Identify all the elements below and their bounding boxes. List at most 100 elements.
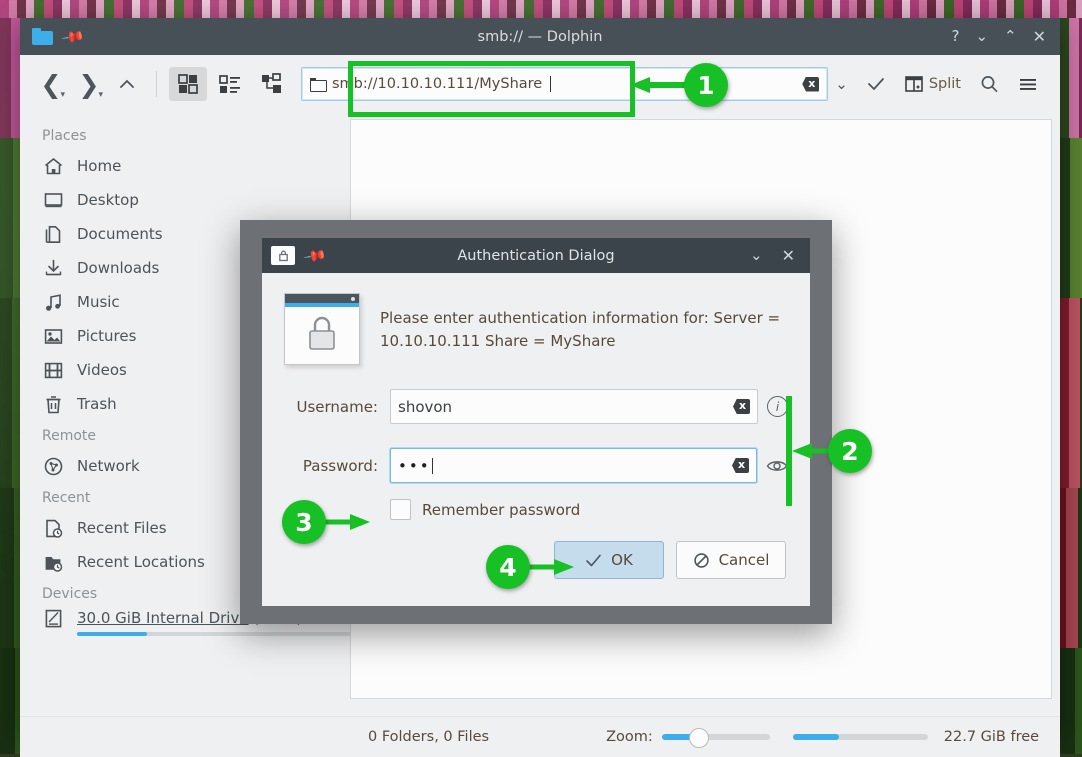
downloads-icon: [42, 257, 64, 279]
icons-view-icon: [178, 74, 198, 94]
clear-username-button[interactable]: x: [733, 399, 750, 414]
forward-button[interactable]: ❯ ▾: [72, 67, 106, 101]
sidebar-item-label: Home: [77, 157, 122, 175]
cancel-button[interactable]: Cancel: [676, 541, 786, 579]
view-compact-button[interactable]: [211, 67, 249, 101]
maximize-button[interactable]: ⌃: [1004, 29, 1017, 44]
zoom-label: Zoom:: [606, 729, 653, 745]
folder-icon: [32, 28, 54, 45]
dialog-body: Please enter authentication information …: [262, 273, 810, 579]
drive-label: 30.0 GiB Internal Drive: [77, 609, 249, 627]
chevron-down-icon: ▾: [60, 90, 65, 100]
space-usage-bar: [792, 734, 928, 740]
username-label: Username:: [296, 397, 378, 416]
password-label: Password:: [302, 456, 378, 475]
cancel-icon: [693, 552, 709, 568]
clear-password-button[interactable]: x: [732, 458, 749, 473]
status-bar: 0 Folders, 0 Files Zoom: 22.7 GiB free: [20, 716, 1060, 757]
confirm-location-button[interactable]: [859, 67, 893, 101]
sidebar-item-label: Network: [77, 457, 140, 475]
back-button[interactable]: ❮ ▾: [34, 67, 68, 101]
menu-button[interactable]: [1010, 67, 1046, 101]
help-button[interactable]: ?: [951, 29, 959, 44]
annotation-arrow-3: [324, 514, 370, 530]
chevron-up-icon: [120, 79, 134, 88]
sidebar-item-label: Music: [77, 293, 120, 311]
annotation-box-1: [348, 61, 635, 117]
text-caret: [431, 457, 433, 474]
annotation-line-2: [786, 396, 792, 506]
network-icon: [42, 455, 64, 477]
dialog-message: Please enter authentication information …: [380, 309, 781, 351]
annotation-marker-3: 3: [282, 500, 326, 544]
recent-locations-icon: [42, 551, 64, 573]
clear-url-button[interactable]: x: [802, 76, 820, 92]
remember-password-label: Remember password: [422, 500, 581, 519]
annotation-marker-4: 4: [486, 545, 530, 589]
recent-files-icon: [42, 517, 64, 539]
password-row: Password: ••• x: [284, 448, 788, 483]
item-count-label: 0 Folders, 0 Files: [368, 729, 490, 745]
search-icon: [981, 76, 998, 93]
pictures-icon: [42, 325, 64, 347]
sidebar-item-label: Desktop: [77, 191, 139, 209]
cancel-label: Cancel: [718, 551, 770, 569]
sidebar-item-desktop[interactable]: Desktop: [20, 183, 350, 217]
password-input[interactable]: ••• x: [390, 448, 757, 483]
folder-icon: [310, 78, 327, 92]
desktop-icon: [42, 189, 64, 211]
window-titlebar[interactable]: 📌 smb:// — Dolphin ? ⌄ ⌃ ✕: [20, 18, 1060, 55]
pin-icon[interactable]: 📌: [61, 24, 87, 49]
close-button[interactable]: ✕: [1033, 28, 1046, 45]
sidebar-item-label: Recent Locations: [77, 553, 205, 571]
trash-icon: [42, 393, 64, 415]
ok-label: OK: [611, 551, 633, 569]
videos-icon: [42, 359, 64, 381]
sidebar-item-label: Downloads: [77, 259, 160, 277]
check-icon: [867, 78, 884, 90]
sidebar-item-label: Recent Files: [77, 519, 167, 537]
view-icons-button[interactable]: [169, 67, 207, 101]
info-icon[interactable]: i: [767, 396, 788, 417]
split-icon: [905, 76, 923, 92]
reveal-password-icon[interactable]: [766, 458, 788, 474]
sidebar-item-label: Pictures: [77, 327, 137, 345]
home-icon: [42, 155, 64, 177]
free-space-label: 22.7 GiB free: [943, 729, 1040, 745]
password-value: •••: [398, 456, 431, 475]
sidebar-item-label: Videos: [77, 361, 127, 379]
compact-view-icon: [219, 75, 240, 93]
dialog-titlebar[interactable]: 📌 Authentication Dialog ⌄ ✕: [262, 238, 810, 273]
remember-password-checkbox[interactable]: [390, 499, 411, 520]
split-button[interactable]: Split: [897, 67, 968, 101]
annotation-marker-2: 2: [828, 429, 872, 473]
documents-icon: [42, 223, 64, 245]
username-input[interactable]: shovon x: [390, 389, 758, 424]
window-title: smb:// — Dolphin: [477, 28, 603, 45]
dialog-title: Authentication Dialog: [457, 247, 615, 264]
zoom-slider[interactable]: [661, 728, 770, 748]
username-value: shovon: [398, 397, 453, 416]
view-details-button[interactable]: [253, 67, 291, 101]
sidebar-item-home[interactable]: Home: [20, 149, 350, 183]
chevron-down-icon[interactable]: ⌄: [828, 75, 855, 93]
chevron-down-icon: ▾: [98, 90, 103, 100]
drive-usage-bar: [77, 632, 350, 636]
minimize-button[interactable]: ⌄: [975, 29, 988, 44]
sidebar-item-label: Trash: [77, 395, 117, 413]
sidebar-item-label: Documents: [77, 225, 163, 243]
toolbar-divider: [156, 71, 157, 97]
up-button[interactable]: [110, 67, 144, 101]
annotation-marker-1: 1: [684, 63, 728, 107]
annotation-arrow-4: [528, 559, 574, 575]
check-icon: [586, 554, 601, 566]
search-button[interactable]: [972, 67, 1006, 101]
split-label: Split: [928, 76, 961, 92]
hamburger-menu-icon: [1020, 79, 1036, 90]
drive-icon: [42, 607, 64, 629]
sidebar-section-title: Places: [42, 128, 87, 144]
details-view-icon: [262, 73, 281, 93]
music-icon: [42, 291, 64, 313]
username-row: Username: shovon x i: [284, 389, 788, 424]
padlock-window-icon: [284, 293, 360, 365]
